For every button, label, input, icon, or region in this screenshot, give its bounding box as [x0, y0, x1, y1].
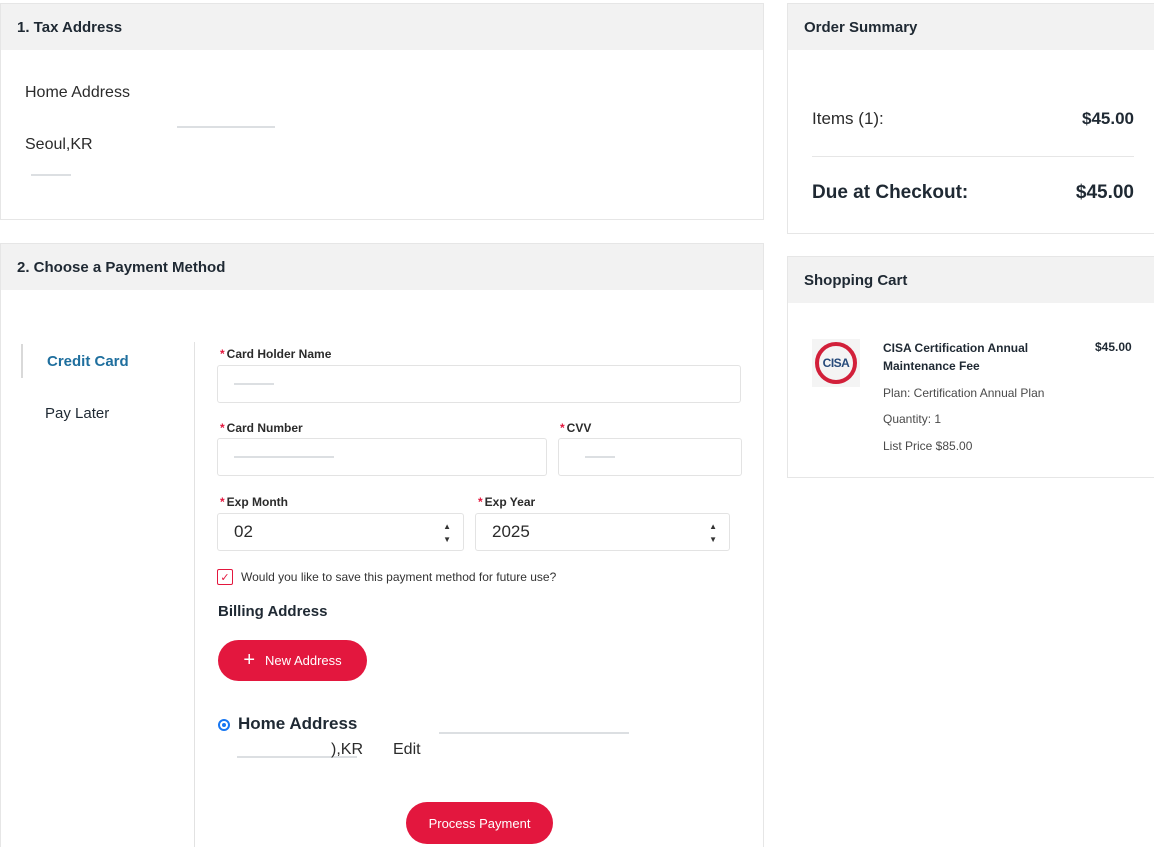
- exp-year-stepper-icon[interactable]: ▲ ▼: [709, 520, 717, 546]
- shopping-cart-title: Shopping Cart: [788, 257, 1154, 303]
- items-label: Items (1):: [812, 109, 884, 128]
- home-address-line: ),KR: [331, 741, 363, 758]
- tax-address-name: Home Address: [25, 84, 130, 101]
- cart-item-name: CISA Certification Annual Maintenance Fe…: [883, 341, 1029, 373]
- home-address-radio[interactable]: [218, 719, 230, 731]
- payment-method-nav: Credit Card Pay Later: [21, 344, 129, 448]
- card-holder-label: * Card Holder Name: [220, 347, 332, 361]
- payment-method-title: 2. Choose a Payment Method: [1, 244, 763, 290]
- method-pay-later[interactable]: Pay Later: [21, 396, 129, 430]
- tax-address-title: 1. Tax Address: [1, 4, 763, 50]
- shopping-cart-panel: Shopping Cart CISA CISA Certification An…: [787, 256, 1154, 478]
- plus-icon: +: [243, 649, 256, 671]
- card-number-input[interactable]: [217, 438, 547, 476]
- cart-item-list-price: List Price $85.00: [883, 439, 973, 453]
- cart-item-plan: Plan: Certification Annual Plan: [883, 386, 1045, 400]
- new-address-button[interactable]: + New Address: [218, 640, 367, 681]
- home-address-title: Home Address: [238, 714, 358, 733]
- due-value: $45.00: [1075, 182, 1134, 203]
- method-credit-card[interactable]: Credit Card: [21, 344, 129, 378]
- items-value: $45.00: [1082, 109, 1134, 128]
- exp-month-value: 02: [234, 522, 253, 541]
- order-summary-panel: Order Summary Items (1): $45.00 Due at C…: [787, 3, 1154, 234]
- save-method-checkbox[interactable]: ✓: [217, 569, 233, 585]
- due-row: Due at Checkout: $45.00: [812, 182, 1134, 204]
- items-row: Items (1): $45.00: [812, 109, 1134, 129]
- save-method-label: Would you like to save this payment meth…: [241, 570, 557, 584]
- exp-month-input[interactable]: 02 ▲ ▼: [217, 513, 464, 551]
- summary-divider: [812, 156, 1134, 157]
- payment-method-panel: 2. Choose a Payment Method Credit Card P…: [0, 243, 764, 847]
- cart-item-quantity: Quantity: 1: [883, 412, 942, 426]
- cvv-label: * CVV: [560, 421, 592, 435]
- cisa-logo: CISA: [812, 339, 860, 387]
- tax-address-city: Seoul,KR: [25, 136, 93, 153]
- cvv-input[interactable]: [558, 438, 742, 476]
- redacted-line: [439, 732, 629, 734]
- process-payment-button[interactable]: Process Payment: [406, 802, 553, 844]
- exp-month-label: * Exp Month: [220, 495, 288, 509]
- vertical-divider: [194, 342, 195, 847]
- due-label: Due at Checkout:: [812, 182, 969, 203]
- exp-year-label: * Exp Year: [478, 495, 536, 509]
- exp-month-stepper-icon[interactable]: ▲ ▼: [443, 520, 451, 546]
- redacted-line: [31, 174, 71, 176]
- cart-item-price: $45.00: [1095, 340, 1132, 354]
- billing-address-title: Billing Address: [218, 603, 328, 620]
- tax-address-panel: 1. Tax Address Home Address Seoul,KR: [0, 3, 764, 220]
- redacted-line: [177, 126, 275, 128]
- order-summary-title: Order Summary: [788, 4, 1154, 50]
- exp-year-input[interactable]: 2025 ▲ ▼: [475, 513, 730, 551]
- exp-year-value: 2025: [492, 522, 530, 541]
- check-icon: ✓: [220, 571, 230, 584]
- edit-address-link[interactable]: Edit: [393, 741, 421, 759]
- card-number-label: * Card Number: [220, 421, 303, 435]
- card-holder-input[interactable]: [217, 365, 741, 403]
